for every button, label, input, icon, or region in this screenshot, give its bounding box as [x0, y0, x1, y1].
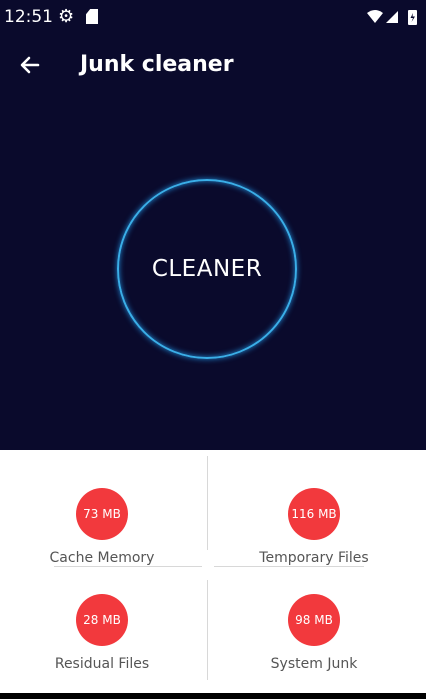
status-time: 12:51 — [4, 7, 53, 27]
divider-horizontal-left — [54, 566, 202, 567]
stat-label: System Junk — [270, 656, 358, 672]
back-arrow-icon[interactable] — [16, 51, 44, 79]
stat-label: Cache Memory — [49, 550, 155, 566]
divider-vertical-bottom — [207, 580, 208, 680]
status-bar: 12:51 ⚙ — [0, 0, 426, 34]
sd-card-icon — [86, 9, 98, 24]
cleaner-label: CLEANER — [151, 256, 263, 282]
system-status-icons — [367, 10, 417, 25]
stat-residual-files[interactable]: 28 MB Residual Files — [2, 594, 202, 672]
stat-value-badge: 116 MB — [288, 488, 340, 540]
signal-icon — [386, 11, 398, 23]
stat-value-badge: 28 MB — [76, 594, 128, 646]
wifi-icon — [367, 10, 383, 23]
page-title: Junk cleaner — [80, 52, 234, 77]
navigation-bar-edge — [0, 693, 426, 699]
settings-icon: ⚙ — [58, 6, 75, 26]
header-panel: 12:51 ⚙ Junk cleaner CLEANER — [0, 0, 426, 450]
app-bar: Junk cleaner — [0, 40, 426, 92]
stat-system-junk[interactable]: 98 MB System Junk — [214, 594, 414, 672]
stat-label: Temporary Files — [259, 550, 369, 566]
stat-cache-memory[interactable]: 73 MB Cache Memory — [2, 488, 202, 566]
junk-stats-grid: 73 MB Cache Memory 116 MB Temporary File… — [0, 450, 426, 699]
stat-temporary-files[interactable]: 116 MB Temporary Files — [214, 488, 414, 566]
divider-vertical-top — [207, 456, 208, 550]
stat-value-badge: 73 MB — [76, 488, 128, 540]
stat-value-badge: 98 MB — [288, 594, 340, 646]
divider-horizontal-right — [214, 566, 364, 567]
stat-label: Residual Files — [54, 656, 150, 672]
